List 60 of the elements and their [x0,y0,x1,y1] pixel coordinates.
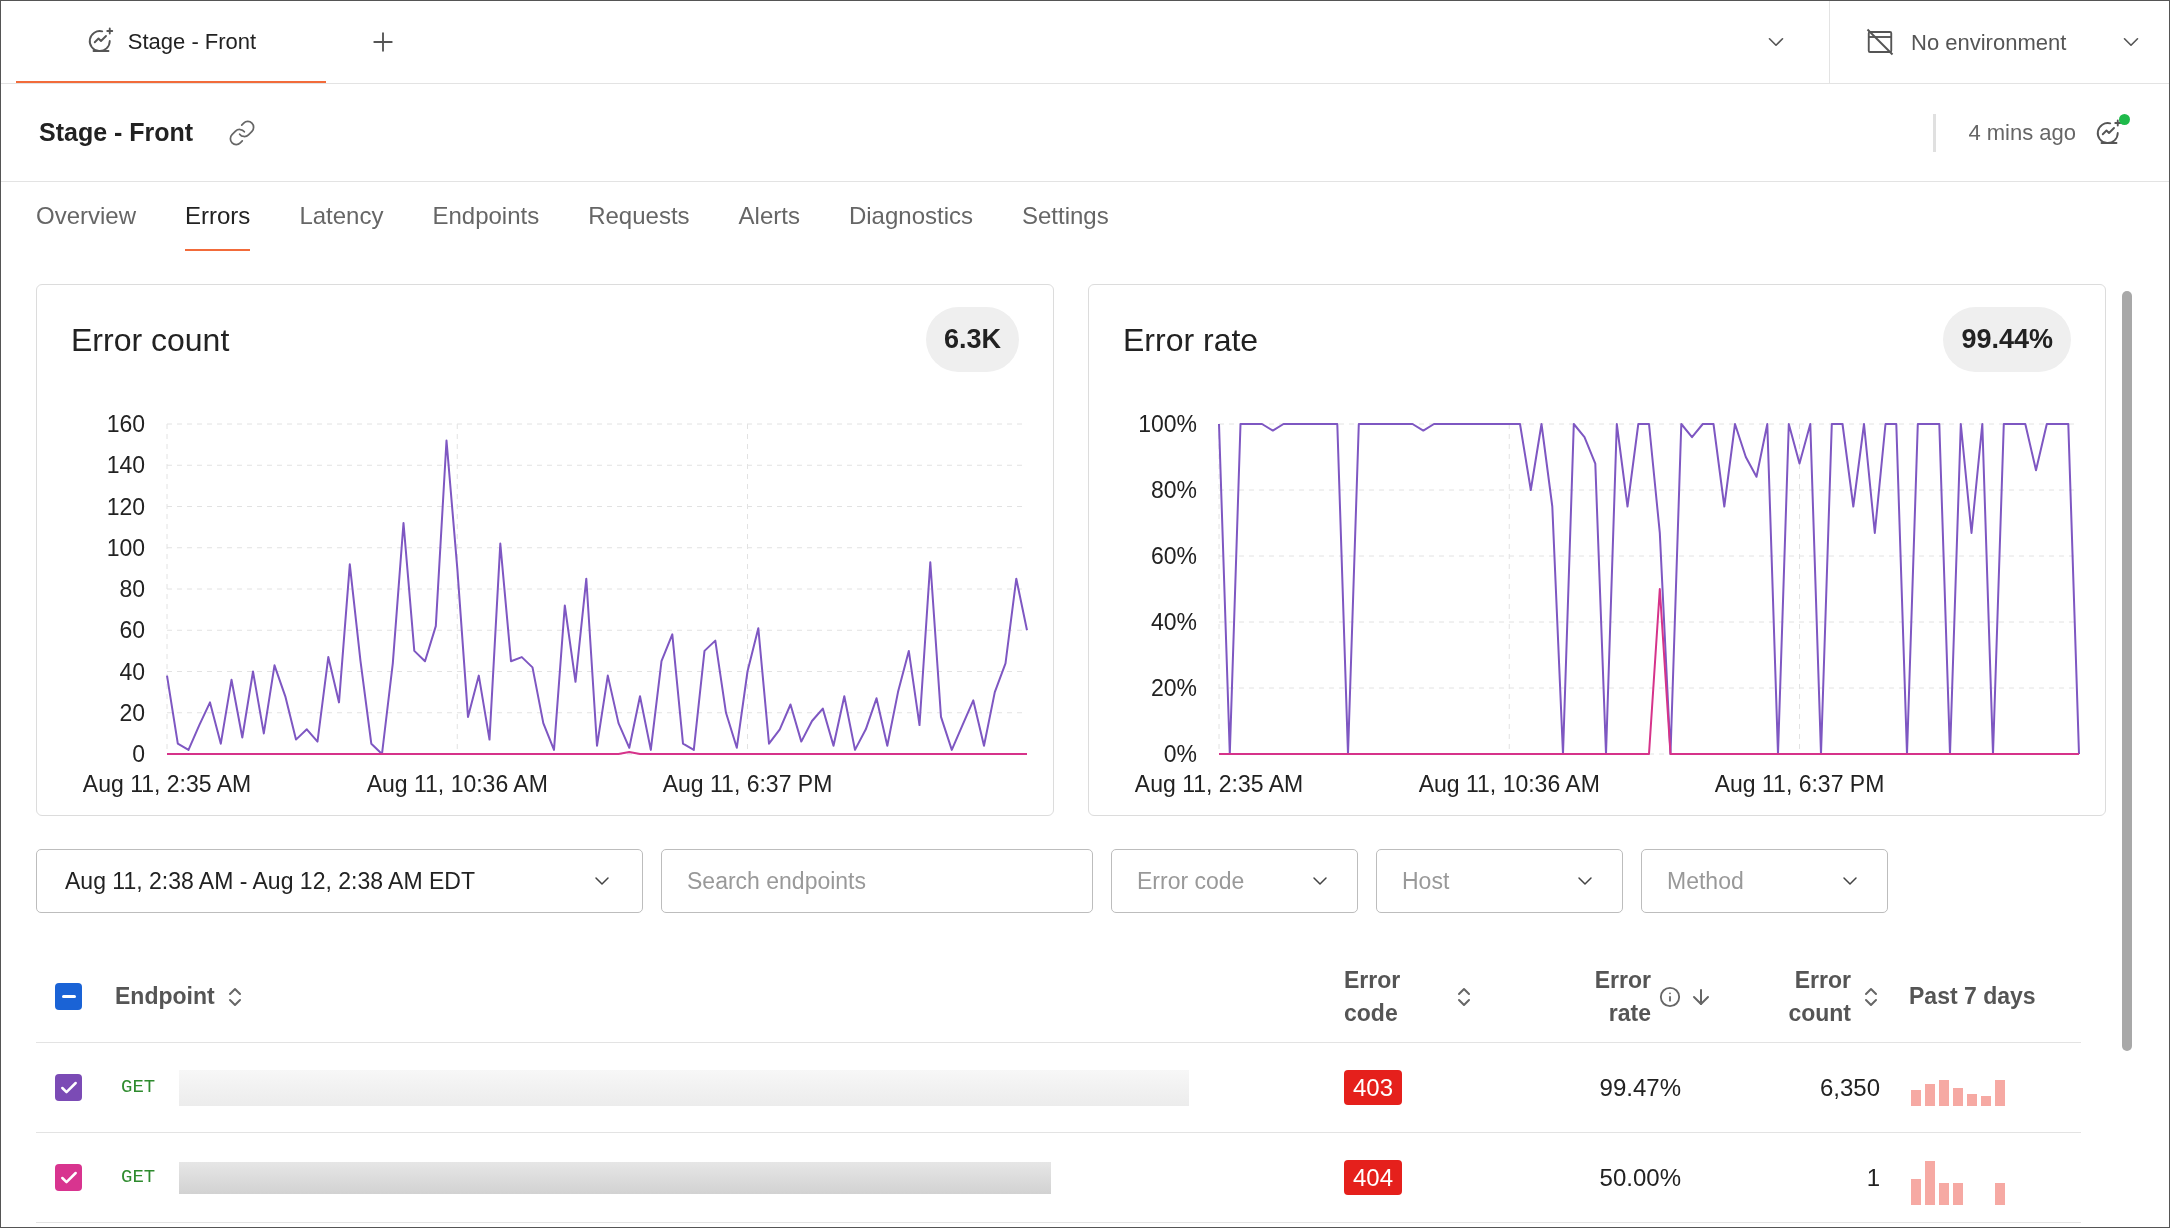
column-header: Error rate [1593,965,1651,1028]
nav-tab[interactable]: Latency [299,182,384,251]
error-count-cell-text: 1 [1865,1162,1881,1193]
axis-tick-label: Aug 11, 2:35 AM [1134,771,1304,797]
error-code-badge: 404 [1344,1159,1403,1195]
column-header: Error code [1344,965,1402,1028]
crossed-out-icon [1865,27,1895,57]
nav-tab[interactable]: Overview [36,182,137,251]
card-title: Error rate [1123,320,1259,360]
search-field[interactable]: Search endpoints [661,849,1093,913]
workspace-tab[interactable]: Stage - Front [16,1,326,83]
http-method: GET [121,1075,156,1101]
total-badge: 6.3K [925,307,1019,372]
axis-tick-label: 80% [1150,477,1197,503]
axis-tick-label: Aug 11, 2:35 AM [82,771,252,797]
nav-tab[interactable]: Endpoints [432,182,540,251]
axis-tick-label: 80 [119,576,145,602]
column-header: Error count [1787,965,1851,1028]
axis-tick-label: 100 [106,534,145,561]
axis-tick-label: Aug 11, 10:36 AM [1418,771,1600,797]
axis-tick-label: 0 [132,741,145,767]
error-count-cell-text: 6,350 [1818,1072,1881,1103]
date-range-dropdown[interactable]: Aug 11, 2:38 AM - Aug 12, 2:38 AM EDT [36,849,643,913]
axis-tick-label: 60 [119,617,145,644]
axis-tick-label: Aug 11, 6:37 PM [1714,771,1885,797]
nav-tab[interactable]: Settings [1022,182,1109,251]
axis-tick-label: 20 [119,699,145,726]
total-badge: 99.44% [1943,307,2071,372]
updated-time: 4 mins ago [1968,119,2076,147]
minus-icon [61,995,76,998]
axis-tick-label: 120 [106,493,145,520]
nav-tab[interactable]: Requests [588,182,690,251]
axis-tick-label: 140 [106,452,145,479]
row-checkbox[interactable] [55,1164,82,1191]
axis-tick-label: 40% [1150,609,1197,635]
environment-dropdown[interactable]: No environment [1829,1,2169,83]
column-header: Endpoint [115,982,215,1012]
axis-tick-label: 160 [106,411,145,437]
axis-tick-label: 60% [1150,543,1197,569]
error-code-badge: 403 [1344,1069,1403,1105]
page-title: Stage - Front [39,116,194,148]
info-icon[interactable] [1659,985,1681,1008]
column-header: Past 7 days [1909,982,2036,1012]
nav-tab[interactable]: Alerts [738,182,800,251]
axis-tick-label: 100% [1138,411,1197,437]
axis-tick-label: 0% [1163,741,1197,767]
link-icon[interactable] [228,118,257,147]
nav-tab[interactable]: Errors [185,182,251,251]
http-method: GET [121,1165,156,1191]
axis-tick-label: 20% [1150,675,1197,701]
card-title: Error count [71,320,230,360]
row-checkbox[interactable] [55,1074,82,1101]
axis-tick-label: Aug 11, 6:37 PM [662,771,833,797]
axis-tick-label: 40 [119,658,145,685]
axis-tick-label: Aug 11, 10:36 AM [366,771,548,797]
scrollbar-thumb[interactable] [2122,291,2132,1051]
error-rate-cell-text: 50.00% [1598,1162,1682,1193]
nav-tab[interactable]: Diagnostics [848,182,973,251]
select-all-checkbox[interactable] [55,983,82,1010]
error-rate-cell-text: 99.47% [1598,1072,1682,1103]
